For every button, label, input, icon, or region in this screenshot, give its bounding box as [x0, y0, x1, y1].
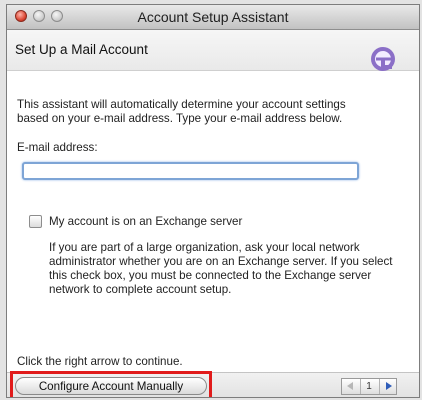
- previous-button[interactable]: [342, 379, 361, 394]
- exchange-checkbox[interactable]: [29, 215, 42, 228]
- footer-bar: Configure Account Manually 1: [7, 371, 419, 397]
- assistant-content: This assistant will automatically determ…: [7, 71, 419, 397]
- entourage-logo-icon: [371, 47, 395, 71]
- right-arrow-icon: [386, 382, 392, 390]
- title-bar: Account Setup Assistant: [7, 5, 419, 30]
- page-navigator: 1: [341, 378, 397, 395]
- next-button[interactable]: [379, 379, 398, 394]
- exchange-checkbox-label[interactable]: My account is on an Exchange server: [49, 215, 242, 228]
- intro-text: This assistant will automatically determ…: [17, 98, 346, 125]
- exchange-help-text: If you are part of a large organization,…: [49, 241, 393, 296]
- configure-account-manually-button[interactable]: Configure Account Manually: [15, 377, 207, 395]
- page-title: Set Up a Mail Account: [15, 42, 148, 57]
- assistant-header: Set Up a Mail Account: [7, 30, 419, 71]
- continue-instruction: Click the right arrow to continue.: [17, 355, 183, 368]
- left-arrow-icon: [347, 382, 353, 390]
- page-number: 1: [366, 381, 372, 392]
- account-setup-window: Account Setup Assistant Set Up a Mail Ac…: [6, 4, 420, 398]
- email-label: E-mail address:: [17, 141, 98, 154]
- email-field[interactable]: [22, 162, 359, 180]
- window-title: Account Setup Assistant: [137, 9, 289, 25]
